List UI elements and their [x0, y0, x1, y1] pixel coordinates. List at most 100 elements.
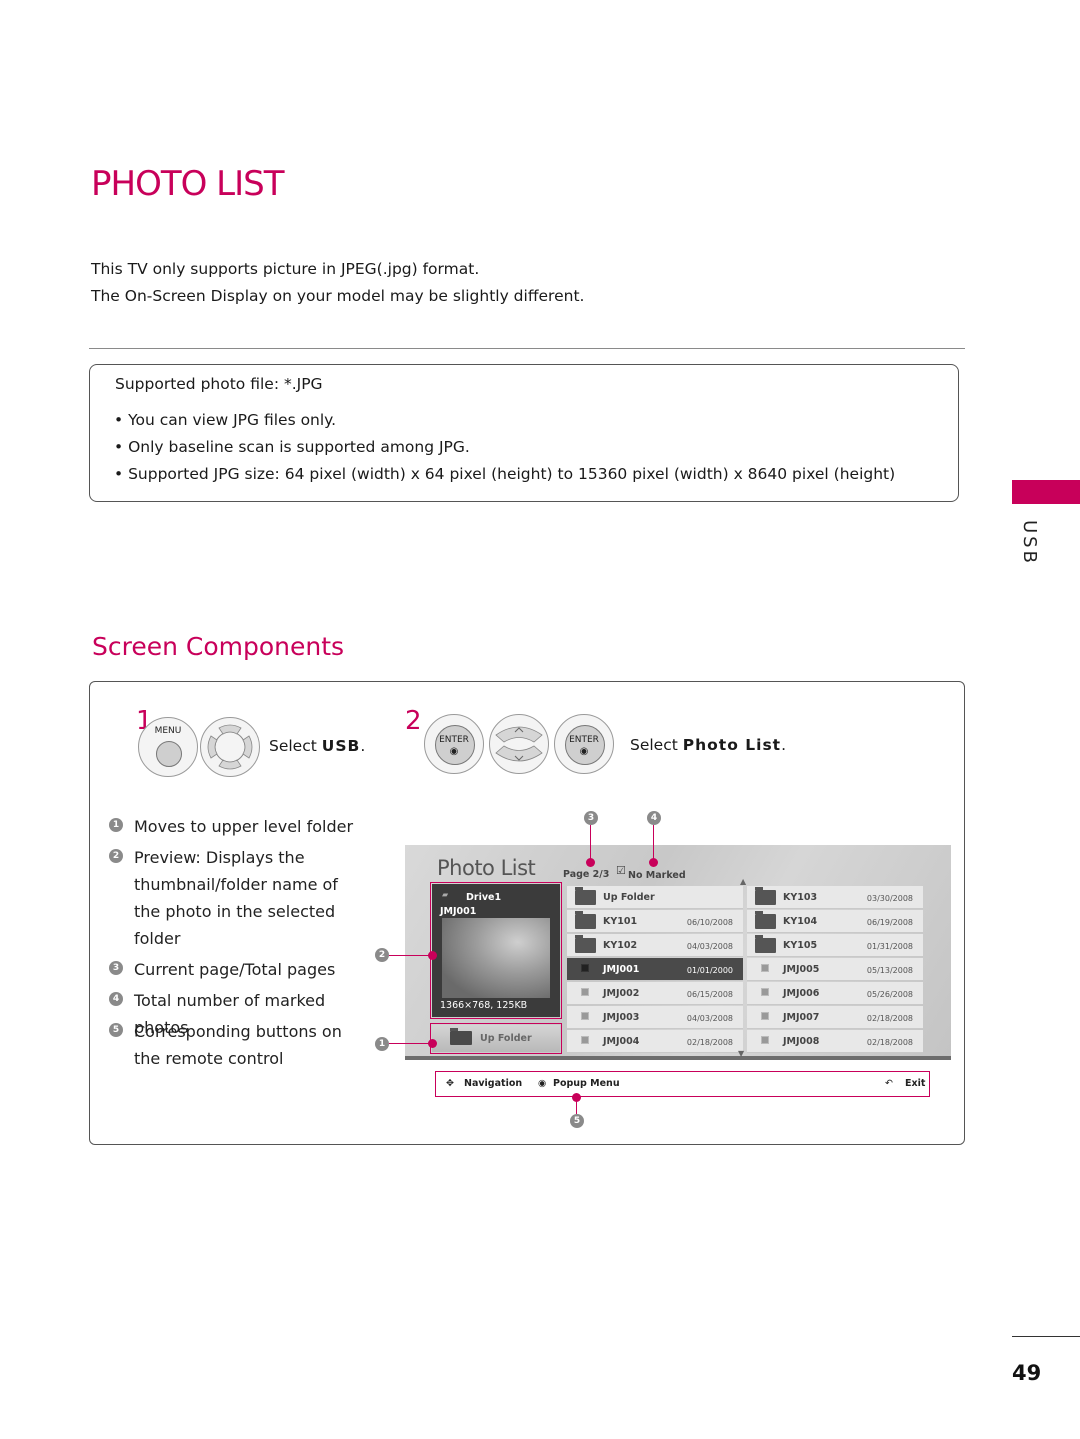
photo-file-icon	[761, 988, 769, 996]
step-text-prefix: Select	[269, 737, 322, 755]
item-name: Up Folder	[603, 892, 655, 903]
preview-drive: Drive1	[466, 892, 502, 903]
folder-row[interactable]: KY104 06/19/2008	[747, 910, 923, 933]
item-name: JMJ001	[603, 964, 640, 975]
up-folder-icon	[575, 887, 596, 905]
legend-bullet: 1	[109, 818, 123, 832]
photo-row[interactable]: JMJ002 06/15/2008	[567, 982, 743, 1005]
preview-thumbnail	[442, 918, 550, 998]
legend-line: the photo in the selected	[134, 902, 336, 921]
legend-bullet: 5	[109, 1023, 123, 1037]
photo-file-icon	[581, 1036, 589, 1044]
section-tab-label: USB	[1019, 520, 1040, 566]
preview-filename: JMJ001	[440, 906, 477, 917]
item-name: JMJ002	[603, 988, 640, 999]
photo-file-icon	[761, 1012, 769, 1020]
section-title: Screen Components	[92, 632, 345, 661]
folder-icon	[755, 887, 776, 905]
photo-row[interactable]: JMJ001 01/01/2000	[567, 958, 743, 981]
page-number: 49	[1012, 1361, 1042, 1385]
item-name: JMJ004	[603, 1036, 640, 1047]
item-name: JMJ008	[783, 1036, 820, 1047]
callout-1-line	[389, 1043, 431, 1044]
folder-row[interactable]: KY101 06/10/2008	[567, 910, 743, 933]
item-date: 06/19/2008	[866, 918, 913, 927]
exit-hint: Exit	[905, 1078, 926, 1089]
navigation-icon: ✥	[446, 1078, 454, 1089]
photo-row[interactable]: JMJ003 04/03/2008	[567, 1006, 743, 1029]
up-folder-icon	[450, 1028, 472, 1045]
photo-row[interactable]: JMJ005 05/13/2008	[747, 958, 923, 981]
callout-3-line	[590, 825, 591, 861]
up-folder-button[interactable]: Up Folder	[430, 1023, 562, 1054]
legend-line: the remote control	[134, 1049, 284, 1068]
step-text-suffix: .	[360, 737, 366, 755]
photo-row[interactable]: JMJ008 02/18/2008	[747, 1030, 923, 1053]
drive-icon: ▰	[442, 890, 449, 899]
folder-row[interactable]: KY105 01/31/2008	[747, 934, 923, 957]
menu-button-icon: MENU	[138, 717, 198, 777]
item-date: 04/03/2008	[686, 942, 733, 951]
folder-icon	[575, 935, 596, 953]
enter-button-knob	[435, 725, 475, 765]
enter-button-label: ENTER	[569, 735, 599, 745]
legend-line: thumbnail/folder name of	[134, 875, 338, 894]
photo-row[interactable]: JMJ004 02/18/2008	[567, 1030, 743, 1053]
photo-row[interactable]: JMJ007 02/18/2008	[747, 1006, 923, 1029]
folder-icon	[755, 911, 776, 929]
note-item: • Only baseline scan is supported among …	[114, 438, 470, 456]
item-name: KY104	[783, 916, 818, 927]
page-title: PHOTO LIST	[91, 164, 284, 204]
dpad-four-way-icon	[200, 717, 260, 777]
folder-row[interactable]: KY102 04/03/2008	[567, 934, 743, 957]
photo-file-icon	[581, 964, 589, 972]
up-down-arrows-icon	[495, 726, 543, 762]
section-tab-marker	[1012, 480, 1080, 504]
enter-dot-icon: ◉	[579, 746, 589, 757]
divider	[89, 348, 965, 349]
callout-2: 2	[375, 948, 389, 962]
item-date: 05/26/2008	[866, 990, 913, 999]
item-date: 03/30/2008	[866, 894, 913, 903]
intro-line-2: The On-Screen Display on your model may …	[91, 287, 585, 305]
enter-button-knob	[565, 725, 605, 765]
legend-bullet: 4	[109, 992, 123, 1006]
photo-row[interactable]: JMJ006 05/26/2008	[747, 982, 923, 1005]
photo-file-icon	[761, 1036, 769, 1044]
up-folder-row[interactable]: Up Folder	[567, 886, 743, 909]
dpad-arrows-icon	[207, 724, 253, 770]
callout-5: 5	[570, 1114, 584, 1128]
enter-button-icon: ENTER ◉	[424, 714, 484, 774]
item-date: 02/18/2008	[686, 1038, 733, 1047]
legend-bullet: 2	[109, 849, 123, 863]
item-date: 02/18/2008	[866, 1038, 913, 1047]
note-item: • You can view JPG files only.	[114, 411, 337, 429]
scroll-down-arrow[interactable]: ▼	[738, 1049, 744, 1058]
dpad-up-down-icon	[489, 714, 549, 774]
intro-line-1: This TV only supports picture in JPEG(.j…	[91, 260, 480, 278]
photo-file-icon	[761, 964, 769, 972]
folder-row[interactable]: KY103 03/30/2008	[747, 886, 923, 909]
step-target-photo-list: Photo List	[682, 736, 782, 754]
note-item: • Supported JPG size: 64 pixel (width) x…	[114, 465, 896, 483]
navigation-hint: Navigation	[464, 1078, 523, 1089]
screen-title: Photo List	[437, 856, 536, 880]
folder-icon	[755, 935, 776, 953]
step-text-suffix: .	[781, 736, 787, 754]
legend-bullet: 3	[109, 961, 123, 975]
legend-line: Preview: Displays the	[134, 848, 305, 867]
step-number: 2	[405, 706, 422, 736]
item-date: 04/03/2008	[686, 1014, 733, 1023]
preview-panel: ▰ Drive1 JMJ001 1366×768, 125KB	[430, 882, 562, 1019]
legend-item-3: Current page/Total pages	[134, 960, 336, 979]
note-title: Supported photo file: *.JPG	[115, 375, 323, 393]
photo-file-icon	[581, 988, 589, 996]
legend-line: Corresponding buttons on	[134, 1022, 342, 1041]
scroll-up-arrow[interactable]: ▲	[740, 877, 746, 886]
legend-line: folder	[134, 929, 181, 948]
menu-button-knob	[156, 741, 182, 767]
item-name: JMJ003	[603, 1012, 640, 1023]
legend-item-1: Moves to upper level folder	[134, 817, 354, 836]
preview-info: 1366×768, 125KB	[440, 1000, 528, 1011]
up-folder-label: Up Folder	[480, 1033, 532, 1044]
